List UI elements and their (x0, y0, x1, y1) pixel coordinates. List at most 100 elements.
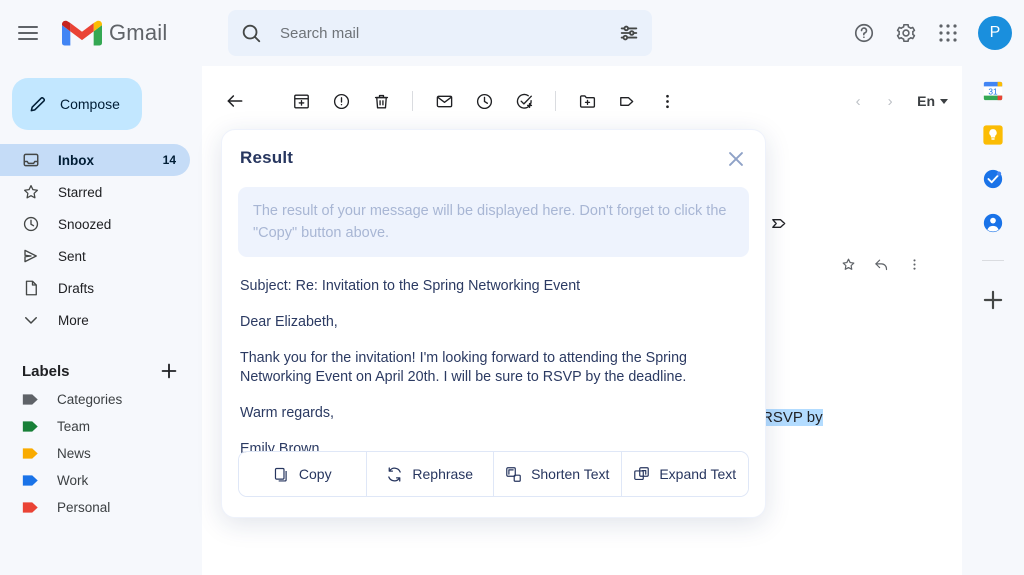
tag-icon (22, 448, 38, 459)
result-email-body: Subject: Re: Invitation to the Spring Ne… (238, 277, 749, 459)
result-placeholder: The result of your message will be displ… (238, 187, 749, 257)
labels-header: Labels (22, 362, 70, 380)
dialog-title: Result (240, 148, 294, 167)
email-greeting: Dear Elizabeth, (240, 314, 338, 330)
label-item-team[interactable]: Team (0, 413, 202, 440)
add-to-tasks-button[interactable] (505, 82, 543, 120)
toolbar-divider (412, 91, 413, 111)
snooze-icon (476, 93, 492, 109)
tasks-icon[interactable] (982, 168, 1004, 190)
sidebar-item-starred[interactable]: Starred (0, 176, 190, 208)
gmail-logo[interactable]: Gmail (62, 18, 167, 48)
tag-icon (22, 394, 38, 405)
sidebar-item-drafts[interactable]: Drafts (0, 272, 190, 304)
more-options-button[interactable] (648, 82, 686, 120)
label-button[interactable] (608, 82, 646, 120)
archive-button[interactable] (282, 82, 320, 120)
sidebar-item-more[interactable]: More (0, 304, 190, 336)
svg-text:31: 31 (988, 88, 998, 97)
gear-icon (896, 23, 916, 43)
top-bar: Gmail Search mail P (0, 0, 1024, 66)
pager-prev-button[interactable]: ‹ (843, 86, 873, 116)
keep-icon[interactable] (982, 124, 1004, 146)
avatar[interactable]: P (978, 16, 1012, 50)
chevron-down-icon (22, 311, 40, 329)
report-spam-icon (333, 93, 349, 109)
add-label-icon[interactable] (158, 360, 180, 382)
mark-unread-button[interactable] (425, 82, 463, 120)
gmail-app: Gmail Search mail P Compose Inbox 14 Sta… (0, 0, 1024, 575)
sidebar-item-label: Snoozed (58, 216, 112, 232)
report-spam-button[interactable] (322, 82, 360, 120)
close-icon[interactable] (725, 148, 747, 170)
delete-icon (374, 94, 388, 109)
reply-button[interactable] (874, 257, 889, 277)
message-actions-row (841, 257, 922, 277)
label-item-work[interactable]: Work (0, 467, 202, 494)
inbox-unread-count: 14 (162, 153, 176, 167)
shorten-icon (506, 466, 521, 482)
language-label: En (917, 93, 935, 109)
message-more-button[interactable] (907, 257, 922, 277)
rephrase-button[interactable]: Rephrase (366, 452, 494, 496)
refresh-icon (388, 466, 402, 482)
expand-text-label: Expand Text (659, 466, 737, 482)
copy-label: Copy (298, 466, 332, 482)
star-icon (842, 258, 855, 270)
inbox-icon (22, 151, 40, 169)
copy-icon (274, 467, 287, 482)
copy-button[interactable]: Copy (239, 452, 367, 496)
pencil-icon (30, 97, 46, 112)
main-menu-icon[interactable] (8, 13, 48, 53)
sidebar-item-inbox[interactable]: Inbox 14 (0, 144, 190, 176)
labels-header-row: Labels (0, 344, 202, 386)
expand-text-button[interactable]: Expand Text (621, 452, 748, 496)
search-bar[interactable] (228, 10, 652, 56)
settings-button[interactable] (888, 15, 924, 51)
email-signoff: Warm regards, (240, 405, 335, 421)
compose-label: Compose (60, 96, 120, 112)
message-body-snippet: RSVP by (762, 409, 823, 426)
rail-divider (982, 260, 1004, 261)
star-message-button[interactable] (841, 257, 856, 277)
label-item-label: Work (57, 473, 89, 488)
sidebar-item-sent[interactable]: Sent (0, 240, 190, 272)
draft-icon (22, 279, 40, 297)
more-options-icon (665, 94, 669, 108)
google-apps-button[interactable] (930, 15, 966, 51)
search-input[interactable] (280, 24, 618, 42)
back-icon (227, 95, 243, 107)
send-icon (22, 247, 40, 265)
calendar-icon[interactable]: 31 (982, 80, 1004, 102)
add-side-panel-button[interactable] (980, 287, 1006, 313)
search-options-icon[interactable] (618, 22, 640, 44)
move-to-button[interactable] (568, 82, 606, 120)
expand-icon (634, 466, 650, 480)
sidebar-nav: Inbox 14 Starred Snoozed Sent Drafts Mor… (0, 144, 202, 336)
delete-button[interactable] (362, 82, 400, 120)
apps-grid-icon (939, 24, 957, 42)
label-icon (619, 96, 633, 106)
more-options-icon (913, 259, 916, 270)
help-button[interactable] (846, 15, 882, 51)
sidebar-item-label: Drafts (58, 280, 95, 296)
label-item-news[interactable]: News (0, 440, 202, 467)
clock-icon (22, 215, 40, 233)
highlighted-text: RSVP by (762, 409, 823, 426)
contacts-icon[interactable] (982, 212, 1004, 234)
label-item-categories[interactable]: Categories (0, 386, 202, 413)
plus-icon (983, 290, 1003, 310)
pager-next-button[interactable]: › (875, 86, 905, 116)
shorten-text-button[interactable]: Shorten Text (494, 452, 622, 496)
label-item-personal[interactable]: Personal (0, 494, 202, 521)
language-selector[interactable]: En (917, 93, 948, 109)
back-button[interactable] (216, 82, 254, 120)
top-bar-actions: P (846, 0, 1016, 66)
tag-icon (22, 421, 38, 432)
sidebar-item-snoozed[interactable]: Snoozed (0, 208, 190, 240)
compose-button[interactable]: Compose (12, 78, 142, 130)
side-panel-rail: 31 (962, 66, 1024, 575)
snooze-button[interactable] (465, 82, 503, 120)
label-item-label: Categories (57, 392, 123, 407)
help-icon (854, 23, 874, 43)
